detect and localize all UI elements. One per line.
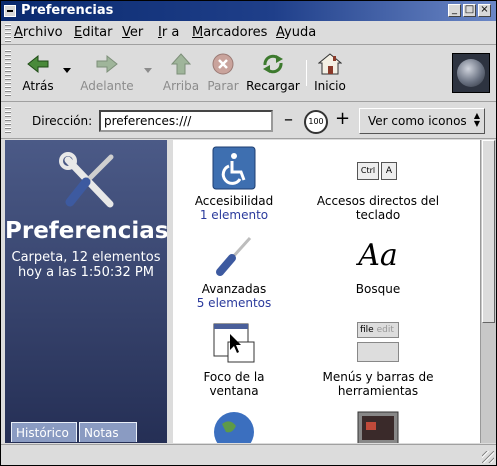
tab-historico[interactable]: Histórico	[11, 422, 77, 442]
tools-icon	[59, 152, 114, 208]
font-icon: Aa	[358, 238, 398, 273]
toolbar-separator	[306, 60, 307, 86]
keyboard-shortcuts-icon: Ctrl A	[311, 146, 445, 190]
spin-arrows-icon: ▲ ▼	[473, 111, 480, 128]
menu-ver[interactable]: Ver	[122, 25, 143, 40]
vertical-scrollbar[interactable]	[480, 140, 496, 443]
item-avanzadas[interactable]: Avanzadas 5 elementos	[179, 234, 289, 310]
sidebar: Preferencias Carpeta, 12 elementos hoy a…	[5, 140, 167, 443]
icon-view: Accesibilidad 1 elemento Ctrl A Accesos …	[173, 140, 480, 443]
menu-marcadores[interactable]: Marcadores	[192, 25, 267, 40]
menu-ayuda[interactable]: Ayuda	[276, 25, 316, 40]
maximize-button[interactable]: □	[463, 4, 476, 17]
tab-notas[interactable]: Notas	[79, 422, 137, 442]
window: Preferencias _ □ × Archivo Editar Ver Ir…	[0, 0, 497, 466]
back-arrow-icon	[25, 52, 51, 76]
zoom-in-button[interactable]: +	[335, 110, 350, 128]
window-focus-icon	[213, 323, 255, 363]
forward-button[interactable]: Adelante	[79, 52, 135, 93]
toolbar: Atrás Adelante Arriba Parar Recargar Ini…	[1, 46, 496, 102]
stop-button[interactable]: Parar	[204, 52, 242, 93]
location-bar: Dirección: preferences:/// – 100 + Ver c…	[1, 103, 496, 139]
location-input[interactable]: preferences:///	[99, 110, 273, 132]
reload-button[interactable]: Recargar	[246, 52, 300, 93]
home-button[interactable]: Inicio	[312, 52, 348, 93]
menu-bar: Archivo Editar Ver Ir a Marcadores Ayuda	[1, 21, 496, 45]
menu-archivo[interactable]: Archivo	[14, 25, 63, 40]
menu-ir-a[interactable]: Ir a	[158, 25, 179, 40]
stop-icon	[210, 52, 236, 76]
monitor-icon	[357, 411, 399, 443]
view-mode-select[interactable]: Ver como iconos ▲ ▼	[359, 108, 485, 134]
forward-history-dropdown[interactable]	[144, 68, 152, 73]
title-bar[interactable]: Preferencias _ □ ×	[1, 1, 496, 21]
toolbar-grip[interactable]	[5, 50, 11, 98]
minimize-button[interactable]: _	[448, 4, 461, 17]
window-title: Preferencias	[21, 3, 114, 18]
item-foco-ventana[interactable]: Foco de la ventana	[179, 322, 289, 398]
menubar-grip[interactable]	[5, 24, 11, 42]
home-icon	[317, 52, 343, 76]
forward-arrow-icon	[94, 52, 120, 76]
throbber-orb-icon	[457, 59, 485, 87]
menus-toolbars-icon: file edit	[311, 322, 445, 366]
up-arrow-icon	[168, 52, 194, 76]
close-button[interactable]: ×	[478, 4, 491, 17]
resize-grip-icon[interactable]	[482, 451, 494, 463]
sidebar-info: Carpeta, 12 elementos hoy a las 1:50:32 …	[11, 250, 161, 280]
screwdriver-icon	[216, 236, 252, 276]
back-history-dropdown[interactable]	[63, 68, 71, 73]
back-button[interactable]: Atrás	[17, 52, 59, 93]
accessibility-icon	[212, 146, 256, 190]
scrollbar-thumb[interactable]	[482, 140, 495, 323]
window-menu-icon[interactable]	[4, 5, 16, 17]
activity-throbber	[452, 53, 490, 93]
reload-icon	[260, 52, 286, 76]
status-bar	[1, 444, 496, 465]
item-menus-barras[interactable]: file edit Menús y barras de herramientas	[311, 322, 445, 398]
zoom-out-button[interactable]: –	[284, 111, 293, 129]
globe-icon	[214, 412, 254, 443]
menu-editar[interactable]: Editar	[74, 25, 113, 40]
item-monitor[interactable]	[311, 410, 445, 443]
location-label: Dirección:	[32, 114, 93, 128]
item-accesos-directos[interactable]: Ctrl A Accesos directos del teclado	[311, 146, 445, 222]
up-button[interactable]: Arriba	[161, 52, 201, 93]
locationbar-grip[interactable]	[5, 107, 11, 135]
zoom-level[interactable]: 100	[304, 110, 328, 134]
item-bosque[interactable]: Aa Bosque	[311, 234, 445, 296]
item-accesibilidad[interactable]: Accesibilidad 1 elemento	[179, 146, 289, 222]
item-globe[interactable]	[179, 410, 289, 443]
sidebar-title: Preferencias	[5, 218, 167, 244]
